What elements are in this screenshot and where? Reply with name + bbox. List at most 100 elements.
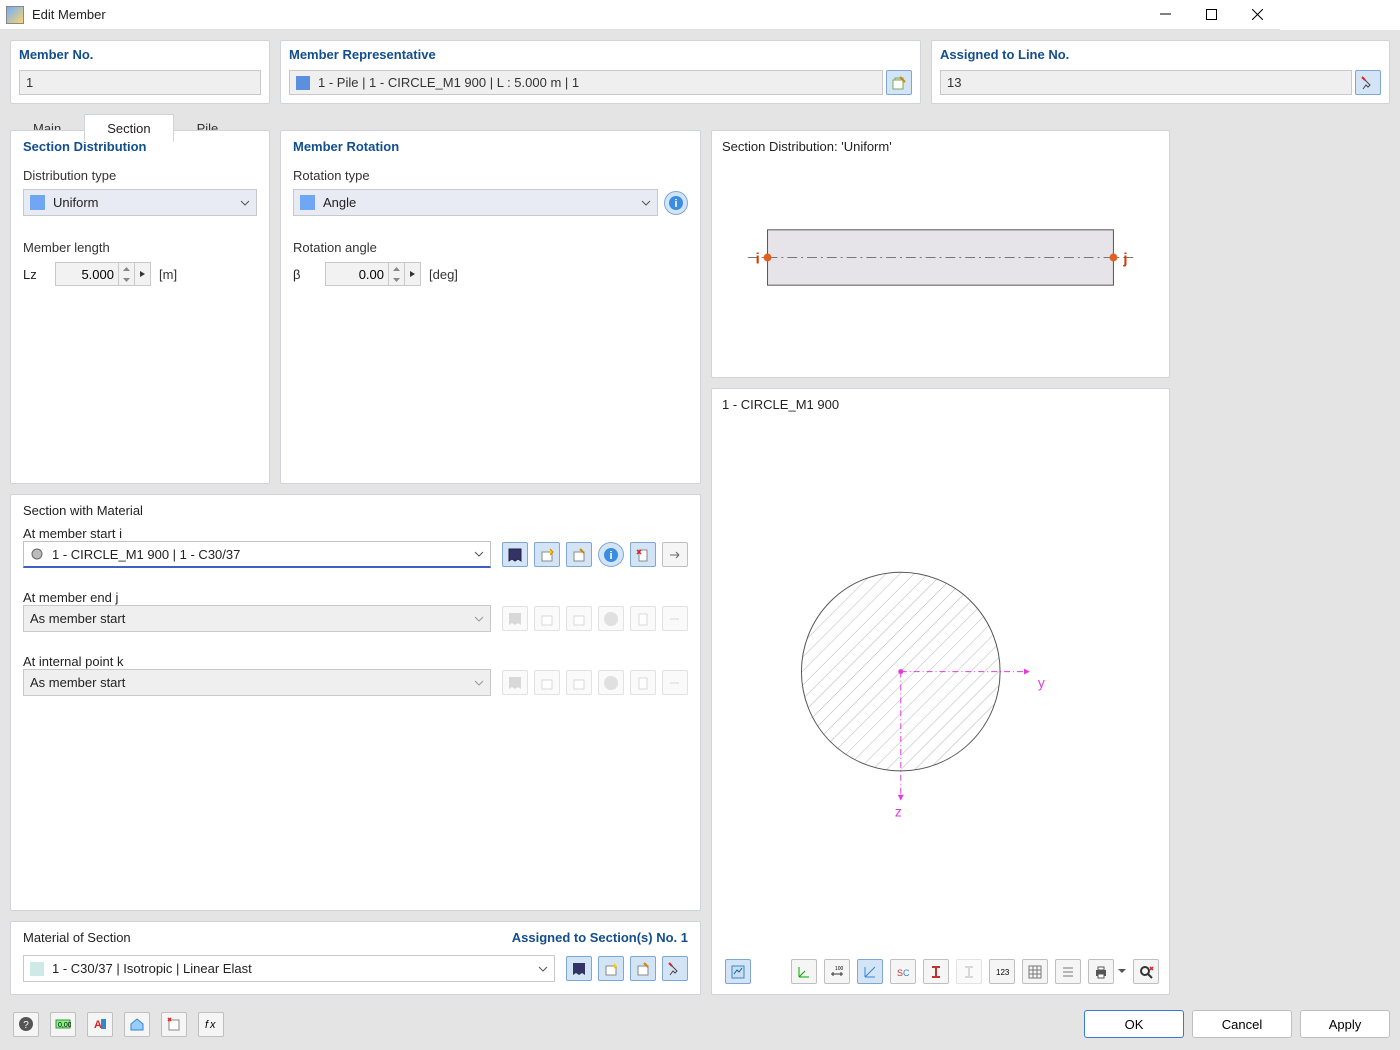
representative-color-swatch (296, 76, 310, 90)
angle-symbol: β (293, 267, 319, 282)
i-section-gray-button (956, 959, 982, 984)
chevron-down-icon (240, 200, 250, 206)
ok-button[interactable]: OK (1084, 1010, 1184, 1038)
svg-text:z: z (895, 804, 902, 820)
beam-diagram: i j (728, 131, 1153, 358)
rotation-type-select[interactable]: Angle (293, 189, 658, 216)
member-no-field: 1 (19, 70, 261, 95)
new-section-button[interactable] (534, 542, 560, 567)
app-icon (6, 6, 24, 24)
formula-button[interactable]: fx (198, 1012, 224, 1037)
window-title: Edit Member (32, 7, 1142, 22)
circle-section-diagram: y z (722, 419, 1159, 944)
local-axes-button[interactable] (857, 959, 883, 984)
edit-material-button[interactable] (630, 956, 656, 981)
expand-button[interactable] (404, 263, 420, 285)
library-button (502, 606, 528, 631)
svg-text:y: y (1038, 674, 1045, 690)
info-button[interactable]: i (664, 191, 688, 215)
section-preview: 1 - CIRCLE_M1 900 y z (711, 388, 1170, 995)
library-button[interactable] (502, 542, 528, 567)
svg-text:0,00: 0,00 (58, 1022, 71, 1029)
i-section-button[interactable] (923, 959, 949, 984)
member-start-label: At member start i (23, 526, 688, 541)
pick-button[interactable] (161, 1012, 187, 1037)
chevron-down-icon[interactable] (1118, 969, 1126, 974)
chevron-down-icon (474, 680, 484, 686)
svg-text:A: A (94, 1019, 102, 1031)
rotation-color-swatch (300, 195, 315, 210)
chevron-down-icon (641, 200, 651, 206)
pick-line-button[interactable] (1355, 70, 1381, 95)
svg-text:100: 100 (835, 966, 844, 972)
print-button[interactable] (1088, 959, 1114, 984)
graphics-toggle-button[interactable] (725, 959, 751, 984)
list-button[interactable] (1055, 959, 1081, 984)
edit-section-button (566, 670, 592, 695)
length-symbol: Lz (23, 267, 49, 282)
edit-section-button (566, 606, 592, 631)
material-select[interactable]: 1 - C30/37 | Isotropic | Linear Elastic (23, 955, 555, 982)
member-length-label: Member length (23, 240, 257, 255)
info-button (598, 606, 624, 631)
spin-buttons[interactable] (388, 263, 404, 285)
apply-button[interactable]: Apply (1300, 1010, 1390, 1038)
preview-toolbar: 100 SC 123 (722, 959, 1159, 984)
internal-point-select[interactable]: As member start (23, 669, 491, 696)
find-button[interactable] (1133, 959, 1159, 984)
edit-section-button[interactable] (566, 542, 592, 567)
member-no-label: Member No. (11, 41, 269, 70)
axes-button[interactable] (791, 959, 817, 984)
member-end-select[interactable]: As member start (23, 605, 491, 632)
assigned-to-section-label: Assigned to Section(s) No. 1 (512, 930, 688, 945)
edit-representative-button[interactable] (886, 70, 912, 95)
member-start-select[interactable]: 1 - CIRCLE_M1 900 | 1 - C30/37 (23, 541, 491, 568)
units-button[interactable]: 0,00 (50, 1012, 76, 1037)
member-length-input[interactable] (55, 262, 151, 286)
rotation-angle-input[interactable] (325, 262, 421, 286)
expand-button[interactable] (134, 263, 150, 285)
assigned-line-field: 13 (940, 70, 1352, 95)
material-library-button[interactable] (566, 956, 592, 981)
flip-button[interactable] (662, 542, 688, 567)
pick-material-button[interactable] (662, 956, 688, 981)
new-material-button[interactable] (598, 956, 624, 981)
dimension-button[interactable]: 100 (824, 959, 850, 984)
grid-button[interactable] (1022, 959, 1048, 984)
cancel-button[interactable]: Cancel (1192, 1010, 1292, 1038)
info-button[interactable]: i (598, 542, 624, 567)
remove-section-button[interactable] (630, 542, 656, 567)
spin-buttons[interactable] (118, 263, 134, 285)
svg-text:j: j (1122, 251, 1127, 267)
svg-text:C: C (903, 968, 910, 978)
svg-text:123: 123 (996, 968, 1010, 977)
svg-text:f: f (205, 1019, 209, 1031)
maximize-button[interactable] (1188, 0, 1234, 30)
remove-section-button (630, 670, 656, 695)
rotation-type-label: Rotation type (293, 168, 688, 183)
distribution-color-swatch (30, 195, 45, 210)
svg-text:i: i (756, 251, 760, 267)
member-end-label: At member end j (23, 590, 688, 605)
font-button[interactable]: A (87, 1012, 113, 1037)
tab-section[interactable]: Section (84, 114, 173, 142)
section-with-material-title: Section with Material (23, 503, 688, 518)
flip-button (662, 606, 688, 631)
section-preview-title: 1 - CIRCLE_M1 900 (722, 397, 1159, 412)
minimize-button[interactable] (1142, 0, 1188, 30)
shear-center-button[interactable]: SC (890, 959, 916, 984)
svg-text:i: i (674, 198, 677, 210)
svg-text:?: ? (23, 1020, 29, 1031)
svg-text:x: x (209, 1019, 216, 1031)
member-representative-label: Member Representative (281, 41, 920, 70)
chevron-down-icon (474, 551, 484, 557)
distribution-type-select[interactable]: Uniform (23, 189, 257, 216)
help-button[interactable]: ? (13, 1012, 39, 1037)
rotation-angle-label: Rotation angle (293, 240, 688, 255)
flip-button (662, 670, 688, 695)
close-button[interactable] (1234, 0, 1280, 30)
member-rotation-title: Member Rotation (293, 139, 688, 154)
calculator-button[interactable] (124, 1012, 150, 1037)
svg-text:i: i (609, 550, 612, 562)
numbering-button[interactable]: 123 (989, 959, 1015, 984)
